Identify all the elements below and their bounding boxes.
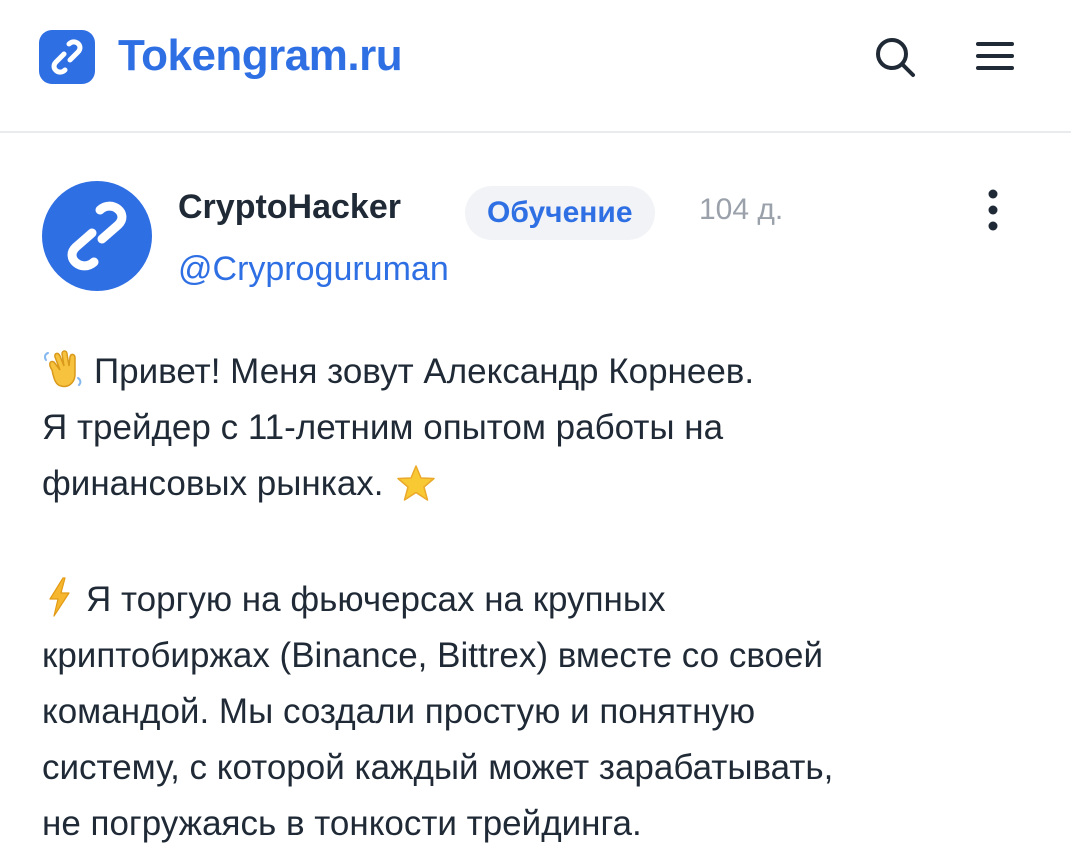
lightning-icon [49,577,70,617]
category-tag[interactable]: Обучение [465,186,655,240]
hamburger-menu-icon [976,42,1014,70]
author-handle[interactable]: @Cryproguruman [178,246,449,292]
text-line: командой. Мы создали простую и понятную [42,692,756,731]
post-text: Привет! Меня зовут Александр Корнеев. Я … [42,344,1042,852]
menu-button[interactable] [970,34,1018,78]
author-name[interactable]: CryptoHacker [178,186,401,228]
text-line: Привет! Меня зовут Александр Корнеев. [42,344,1042,400]
text-line: систему, с которой каждый может зарабаты… [42,748,834,787]
post-more-button[interactable] [976,186,1010,234]
link-logo-icon[interactable] [39,30,95,84]
text-line: финансовых рынках. [42,456,1042,512]
text-line: Я торгую на фьючерсах на крупных [42,572,1042,628]
site-brand[interactable]: Tokengram.ru [118,29,403,83]
waving-hand-icon [43,350,82,388]
author-avatar[interactable] [42,181,152,291]
star-icon [396,465,435,501]
search-button[interactable] [870,32,918,80]
text-line: не погружаясь в тонкости трейдинга. [42,804,642,843]
kebab-menu-icon [988,189,998,231]
post-age: 104 д. [699,193,784,226]
text-line: Я трейдер с 11-летним опытом работы на [42,408,724,447]
site-header: Tokengram.ru [0,0,1071,133]
text-line: криптобиржах (Binance, Bittrex) вместе с… [42,636,824,675]
search-icon [876,38,915,77]
